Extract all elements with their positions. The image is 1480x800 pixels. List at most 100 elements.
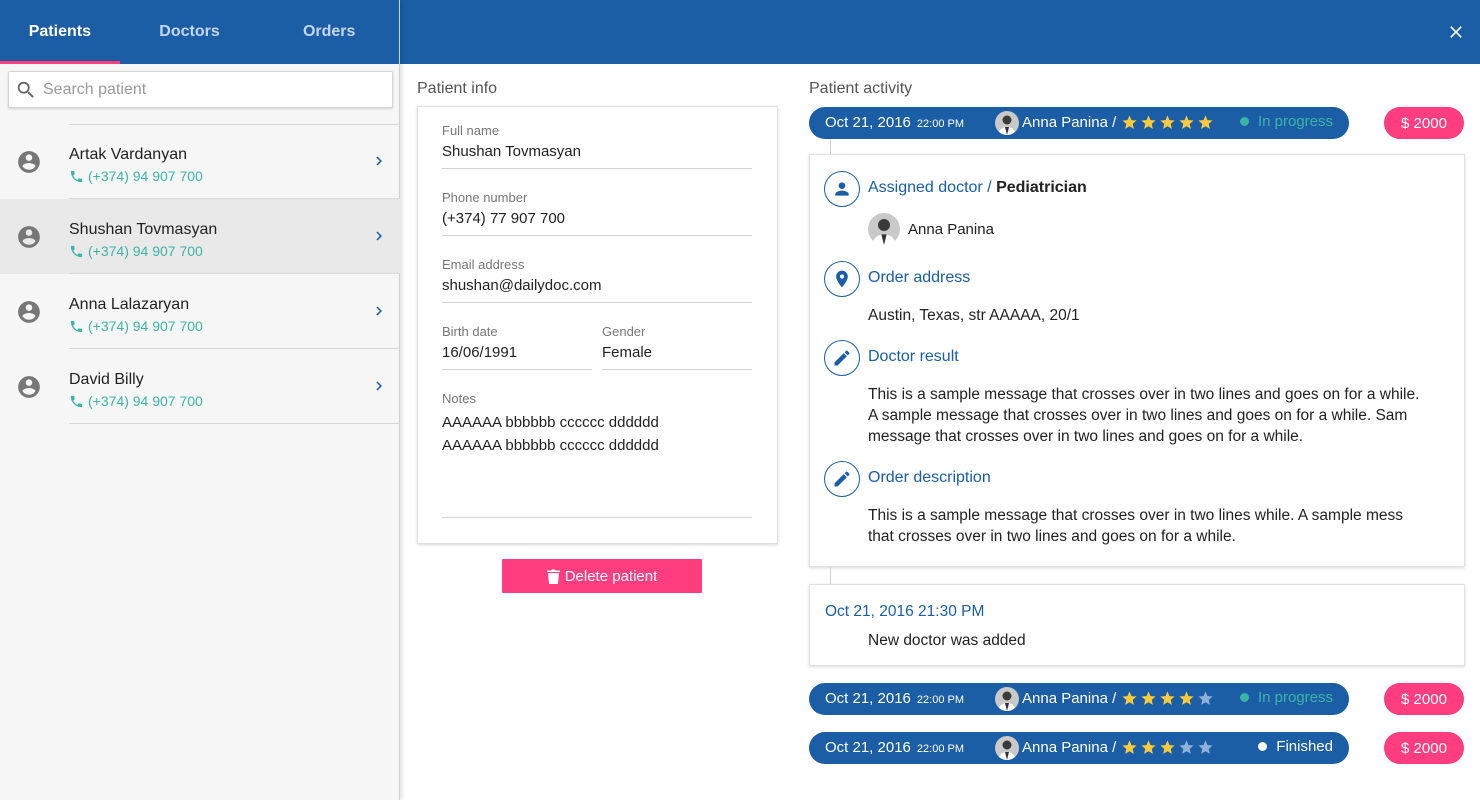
assigned-doctor-heading: Assigned doctor / Pediatrician: [868, 179, 1087, 197]
order-status: In progress: [1239, 113, 1333, 130]
status-dot: [1239, 117, 1249, 126]
delete-patient-label: Delete patient: [564, 567, 658, 585]
patient-list-item[interactable]: Shushan Tovmasyan (+374) 94 907 700: [0, 199, 400, 274]
patient-name: Artak Vardanyan: [69, 146, 187, 163]
email-field[interactable]: Email address shushan@dailydoc.com: [442, 257, 752, 303]
sidebar: Patients Doctors Orders Artak Vardanyan …: [0, 0, 400, 800]
doctor-result-line: This is a sample message that crosses ov…: [868, 386, 1420, 403]
search-input[interactable]: [43, 80, 373, 99]
patient-activity-title: Patient activity: [809, 80, 913, 97]
tab-patients[interactable]: Patients: [0, 0, 120, 64]
search-icon: [17, 81, 34, 98]
order-doctor: Anna Panina /: [1022, 690, 1216, 707]
email-value: shushan@dailydoc.com: [442, 277, 602, 294]
order-description-icon-circle: [824, 461, 860, 497]
status-dot: [1258, 742, 1268, 751]
phone-icon: [70, 395, 83, 407]
star-icon: [1141, 115, 1156, 129]
person-icon: [835, 182, 849, 196]
activity-event-card: Oct 21, 2016 21:30 PM New doctor was add…: [809, 584, 1465, 666]
order-description-text: This is a sample message that crosses ov…: [868, 505, 1458, 547]
order-summary-pill[interactable]: Oct 21, 2016 22:00 PM Anna Panina / In pr…: [809, 107, 1349, 139]
phone-number-value: (+374) 77 907 700: [442, 210, 566, 227]
order-price-badge: $ 2000: [1384, 732, 1464, 764]
patient-phone-text: (+374) 94 907 700: [88, 168, 203, 184]
order-status: In progress: [1239, 689, 1333, 706]
patient-list-item[interactable]: David Billy (+374) 94 907 700: [0, 349, 400, 424]
assigned-doctor-row[interactable]: Anna Panina: [868, 213, 994, 245]
order-date: Oct 21, 2016 22:00 PM: [825, 114, 964, 131]
order-summary-pill[interactable]: Oct 21, 2016 22:00 PM Anna Panina / In pr…: [809, 683, 1349, 715]
status-dot: [1239, 693, 1249, 702]
order-summary-pill[interactable]: Oct 21, 2016 22:00 PM Anna Panina / Finis…: [809, 732, 1349, 764]
doctor-avatar: [995, 687, 1019, 711]
order-status-text: Finished: [1276, 738, 1333, 755]
star-icon: [1160, 691, 1175, 705]
pencil-icon: [834, 350, 850, 366]
patient-list: Artak Vardanyan (+374) 94 907 700 Shusha…: [0, 124, 400, 424]
order-time: 22:00 PM: [916, 743, 964, 755]
order-address-heading: Order address: [868, 269, 971, 286]
phone-number-field[interactable]: Phone number (+374) 77 907 700: [442, 190, 752, 236]
order-date: Oct 21, 2016 22:00 PM: [825, 739, 964, 756]
gender-field[interactable]: Gender Female: [602, 324, 752, 370]
account-circle-icon: [18, 151, 40, 173]
patient-phone: (+374) 94 907 700: [69, 393, 203, 409]
rating-stars: [1121, 114, 1216, 131]
notes-line: AAAAAA bbbbbb cccccc dddddd: [442, 414, 659, 431]
birth-date-field[interactable]: Birth date 16/06/1991: [442, 324, 592, 370]
patient-info-title: Patient info: [417, 80, 498, 97]
full-name-label: Full name: [442, 123, 500, 138]
patient-list-item[interactable]: Artak Vardanyan (+374) 94 907 700: [0, 124, 400, 199]
doctor-avatar: [995, 736, 1019, 760]
close-icon[interactable]: [1446, 22, 1466, 42]
event-date: Oct 21, 2016 21:30 PM: [825, 603, 985, 620]
order-address-icon-circle: [824, 261, 860, 297]
order-description-line: This is a sample message that crosses ov…: [868, 507, 1403, 524]
patient-phone: (+374) 94 907 700: [69, 168, 203, 184]
doctor-result-line: message that crosses over in two lines a…: [868, 428, 1304, 445]
trash-icon: [546, 569, 560, 584]
tab-doctors[interactable]: Doctors: [120, 0, 260, 64]
doctor-avatar: [868, 213, 900, 245]
patient-name: David Billy: [69, 371, 144, 388]
order-price-badge: $ 2000: [1384, 683, 1464, 715]
search-box[interactable]: [8, 71, 393, 108]
rating-stars: [1121, 690, 1216, 707]
order-status-text: In progress: [1257, 113, 1333, 130]
doctor-result-text: This is a sample message that crosses ov…: [868, 384, 1458, 447]
patient-phone: (+374) 94 907 700: [69, 243, 203, 259]
patient-name: Anna Lalazaryan: [69, 296, 190, 313]
phone-icon: [70, 245, 83, 257]
assigned-doctor-icon-circle: [824, 171, 860, 207]
full-name-field[interactable]: Full name Shushan Tovmasyan: [442, 123, 752, 169]
star-icon: [1160, 115, 1175, 129]
star-icon: [1179, 691, 1194, 705]
doctor-result-heading: Doctor result: [868, 348, 959, 365]
order-time: 22:00 PM: [916, 694, 964, 706]
star-icon: [1179, 115, 1194, 129]
birth-date-label: Birth date: [442, 324, 498, 339]
tab-orders[interactable]: Orders: [259, 0, 399, 64]
notes-field[interactable]: Notes AAAAAA bbbbbb cccccc dddddd AAAAAA…: [442, 391, 752, 518]
doctor-result-icon-circle: [824, 340, 860, 376]
chevron-right-icon[interactable]: [370, 227, 388, 245]
chevron-right-icon[interactable]: [370, 152, 388, 170]
order-status-text: In progress: [1257, 689, 1333, 706]
order-doctor: Anna Panina /: [1022, 114, 1216, 131]
phone-icon: [70, 320, 83, 332]
patient-phone-text: (+374) 94 907 700: [88, 318, 203, 334]
assigned-doctor-name: Anna Panina: [908, 220, 994, 238]
delete-patient-button[interactable]: Delete patient: [502, 559, 702, 593]
gender-label: Gender: [602, 324, 646, 339]
top-bar: [400, 0, 1480, 64]
star-icon: [1141, 740, 1156, 754]
order-address-text: Austin, Texas, str AAAAA, 20/1: [868, 307, 1080, 324]
phone-icon: [70, 170, 83, 182]
chevron-right-icon[interactable]: [370, 377, 388, 395]
chevron-right-icon[interactable]: [370, 302, 388, 320]
patient-list-item[interactable]: Anna Lalazaryan (+374) 94 907 700: [0, 274, 400, 349]
star-icon: [1198, 740, 1213, 754]
order-doctor-name: Anna Panina /: [1022, 739, 1117, 756]
patient-phone: (+374) 94 907 700: [69, 318, 203, 334]
